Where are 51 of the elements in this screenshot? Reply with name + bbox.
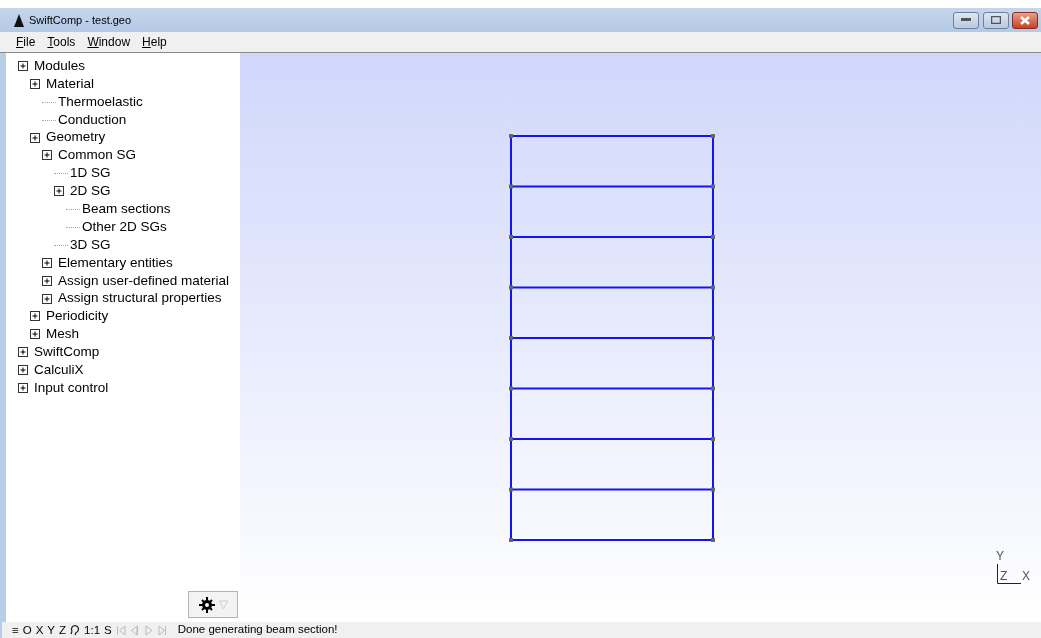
axis-label: Z — [1000, 568, 1008, 585]
tree-item[interactable]: Geometry — [46, 127, 106, 148]
tree-item[interactable]: Assign user-defined material — [58, 270, 230, 291]
expand-icon[interactable] — [42, 275, 52, 286]
expand-icon[interactable] — [18, 382, 28, 393]
tree-item[interactable]: Conduction — [58, 109, 127, 130]
close-button[interactable] — [1011, 11, 1038, 29]
menu-item[interactable]: Window — [81, 33, 137, 51]
maximize-button[interactable] — [982, 11, 1009, 29]
expand-icon[interactable] — [18, 60, 28, 71]
expand-icon[interactable] — [42, 150, 52, 161]
toolbar-button[interactable]: S — [104, 623, 112, 637]
status-message: Done generating beam section! — [177, 622, 338, 638]
toolbar-button[interactable]: Y — [47, 623, 55, 637]
rotate-icon[interactable] — [70, 624, 81, 636]
gear-button[interactable] — [188, 591, 238, 618]
tree-item[interactable]: Mesh — [46, 324, 79, 345]
dropdown-triangle-icon — [218, 599, 228, 610]
tree-item[interactable]: Elementary entities — [58, 252, 173, 273]
expand-icon[interactable] — [30, 132, 40, 143]
window-title: SwiftComp - test.geo — [29, 12, 132, 28]
menu-item[interactable]: File — [10, 33, 42, 51]
expand-icon[interactable] — [30, 311, 40, 322]
expand-icon[interactable] — [18, 347, 28, 358]
menu-item[interactable]: Help — [136, 33, 173, 51]
axis-label: X — [1022, 568, 1030, 585]
expand-icon[interactable] — [42, 257, 52, 268]
minimize-button[interactable] — [953, 11, 980, 29]
toolbar-button[interactable]: Z — [59, 623, 67, 637]
minimize-icon — [961, 18, 972, 22]
toolbar-button[interactable]: ≡ — [12, 623, 19, 637]
tree-item[interactable]: Assign structural properties — [58, 288, 222, 309]
axis-drawing — [997, 564, 1021, 584]
tree-item[interactable]: 1D SG — [70, 163, 111, 184]
maximize-icon — [990, 16, 1001, 24]
axis-label: Y — [996, 548, 1004, 565]
expand-icon[interactable] — [18, 365, 28, 376]
app-logo-icon — [14, 13, 24, 27]
expand-icon[interactable] — [30, 78, 40, 89]
toolbar-button[interactable]: 1:1 — [84, 623, 101, 637]
toolbar-button[interactable]: O — [22, 623, 32, 637]
expand-icon[interactable] — [30, 329, 40, 340]
tree-item[interactable]: Thermoelastic — [58, 91, 143, 112]
close-icon — [1019, 15, 1030, 25]
tree-item[interactable]: Common SG — [58, 145, 137, 166]
toolbar-button[interactable]: X — [35, 623, 44, 637]
expand-icon[interactable] — [42, 293, 52, 304]
menu-item[interactable]: Tools — [41, 33, 82, 51]
gear-icon — [198, 596, 215, 613]
tree-item[interactable]: Periodicity — [46, 306, 109, 327]
expand-icon[interactable] — [54, 186, 64, 197]
